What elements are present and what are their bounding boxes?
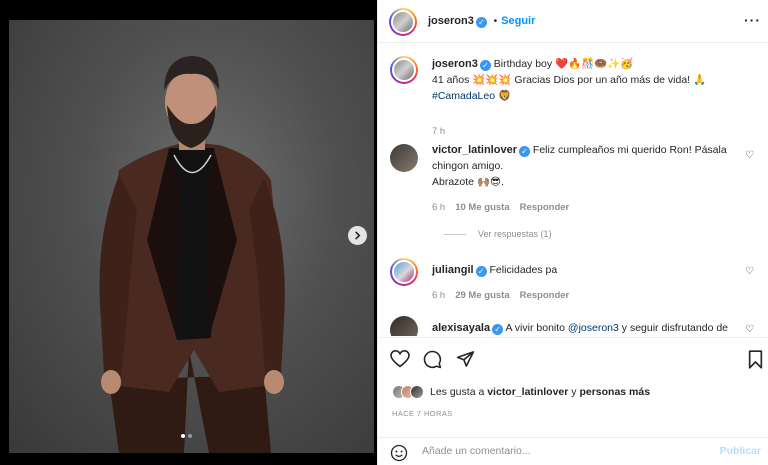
post-photo [9, 20, 374, 453]
comment-time: 6 h [432, 202, 446, 213]
comment-line2: chingon amigo. [432, 160, 504, 172]
comment-username[interactable]: victor_latinlover [432, 144, 517, 156]
comment-meta: 6 h 10 Me gusta Responder [432, 202, 569, 213]
like-heart-icon[interactable] [390, 350, 410, 368]
verified-badge-icon: ✓ [475, 266, 487, 277]
likes-summary: Les gusta a victor_latinlover y personas… [392, 385, 650, 399]
comment-reply-button[interactable]: Responder [520, 202, 570, 213]
caption-time: 7 h [432, 126, 446, 137]
caption-line1: Birthday boy ❤️🔥🎊🍩✨🥳 [493, 58, 634, 70]
post-time-ago: HACE 7 HORAS [392, 409, 453, 418]
comment-bubble-icon[interactable] [423, 350, 442, 369]
carousel-dot-active [181, 434, 185, 438]
publish-button[interactable]: Publicar [720, 445, 761, 457]
share-send-icon[interactable] [456, 350, 475, 368]
comment-username[interactable]: alexisayala [432, 322, 490, 334]
replies-divider [444, 233, 466, 235]
comment-text: victor_latinlover ✓ Feliz cumpleaños mi q… [432, 142, 742, 190]
next-photo-button[interactable] [348, 226, 367, 245]
comment-like-heart-icon[interactable]: ♡ [745, 150, 754, 161]
comment-body-suffix: y seguir disfrutando de [618, 322, 729, 334]
comment-likes[interactable]: 29 Me gusta [455, 290, 509, 301]
likes-prefix: Les gusta a [430, 386, 488, 398]
comment-meta: 6 h 29 Me gusta Responder [432, 290, 569, 301]
caption-avatar[interactable] [390, 56, 418, 84]
verified-badge-icon: ✓ [492, 324, 504, 335]
post-side-panel: joseron3 ✓ • Seguir ··· joseron3 ✓ Birthday… [377, 0, 768, 465]
comment-item: juliangil ✓ Felicidades pa ♡ 6 h 29 Me gus… [390, 258, 756, 308]
follow-button[interactable]: Seguir [501, 15, 535, 27]
comment-body: Felicidades pa [489, 264, 558, 276]
caption: joseron3 ✓ Birthday boy ❤️🔥🎊🍩✨🥳 41 años 💥… [390, 56, 756, 137]
liker-avatar [410, 385, 424, 399]
comment-body-prefix: A vivir bonito [505, 322, 568, 334]
comment-mention[interactable]: @joseron3 [568, 322, 619, 334]
likes-count-link[interactable]: personas más [579, 386, 650, 398]
add-comment-bar: Añade un comentario... Publicar [378, 437, 768, 465]
comment-text: alexisayala ✓ A vivir bonito @joseron3 y … [432, 320, 742, 336]
caption-username[interactable]: joseron3 [432, 58, 478, 70]
save-bookmark-icon[interactable] [748, 350, 763, 369]
comment-line1: Feliz cumpleaños mi querido Ron! Pásala [532, 144, 727, 156]
comment-time: 6 h [432, 290, 446, 301]
caption-hashtag[interactable]: #CamadaLeo [432, 90, 495, 102]
caption-text: joseron3 ✓ Birthday boy ❤️🔥🎊🍩✨🥳 41 años 💥… [432, 56, 742, 104]
emoji-smiley-icon[interactable] [390, 444, 408, 462]
add-comment-input[interactable]: Añade un comentario... [422, 445, 531, 457]
comment-text: juliangil ✓ Felicidades pa [432, 262, 742, 278]
post-media [0, 0, 377, 465]
comment-username[interactable]: juliangil [432, 264, 474, 276]
comment-item: victor_latinlover ✓ Feliz cumpleaños mi q… [390, 142, 756, 242]
verified-badge-icon: ✓ [479, 60, 491, 71]
carousel-dot [188, 434, 192, 438]
commenter-avatar[interactable] [390, 316, 418, 336]
chevron-right-icon [355, 231, 361, 240]
author-username[interactable]: joseron3 [428, 15, 474, 27]
likes-user[interactable]: victor_latinlover [487, 386, 568, 398]
action-bar [378, 337, 768, 377]
comment-like-heart-icon[interactable]: ♡ [745, 266, 754, 277]
more-options-icon[interactable]: ··· [744, 12, 761, 28]
caption-line2: 41 años 💥💥💥 Gracias Dios por un año más … [432, 74, 707, 86]
comments-list: joseron3 ✓ Birthday boy ❤️🔥🎊🍩✨🥳 41 años 💥… [378, 44, 768, 336]
view-replies-label[interactable]: Ver respuestas (1) [478, 229, 552, 239]
caption-hashtag-emoji: 🦁 [497, 90, 512, 102]
man-in-suit-photo [99, 56, 285, 453]
comment-item: alexisayala ✓ A vivir bonito @joseron3 y … [390, 316, 756, 336]
comment-line3: Abrazote 🙌🏽😎. [432, 176, 504, 188]
likes-text: Les gusta a victor_latinlover y personas… [430, 386, 650, 398]
comment-reply-button[interactable]: Responder [520, 290, 570, 301]
separator-dot: • [493, 16, 498, 27]
author-avatar[interactable] [389, 8, 417, 36]
verified-badge-icon: ✓ [475, 17, 487, 28]
comment-likes[interactable]: 10 Me gusta [455, 202, 509, 213]
post-header: joseron3 ✓ • Seguir ··· [378, 0, 768, 43]
commenter-avatar[interactable] [390, 258, 418, 286]
commenter-avatar[interactable] [390, 144, 418, 172]
view-replies[interactable]: Ver respuestas (1) [444, 229, 552, 239]
author-line: joseron3 ✓ • Seguir [428, 15, 535, 28]
carousel-indicator [181, 434, 192, 438]
comment-like-heart-icon[interactable]: ♡ [745, 324, 754, 335]
verified-badge-icon: ✓ [518, 146, 530, 157]
likes-joiner: y [568, 386, 580, 398]
